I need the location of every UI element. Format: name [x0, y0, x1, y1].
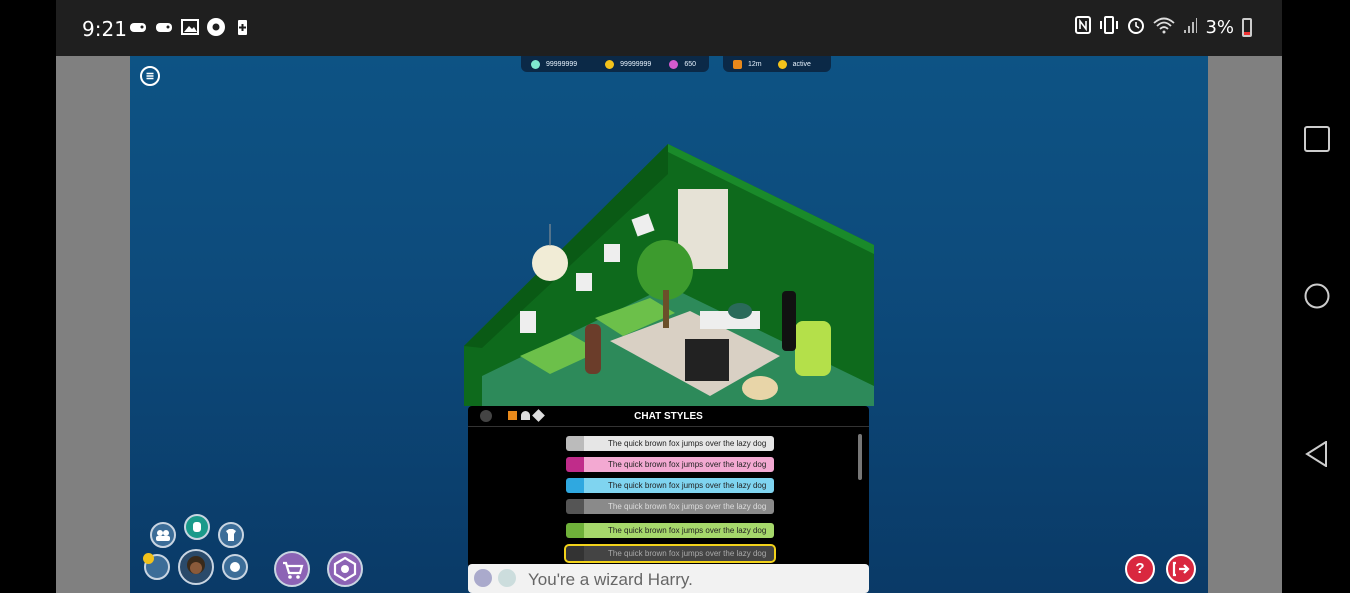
navigator-button[interactable]	[143, 553, 170, 580]
builder-button[interactable]	[327, 551, 363, 587]
chat-style-option[interactable]: The quick brown fox jumps over the lazy …	[566, 478, 774, 493]
hand-button[interactable]	[184, 514, 210, 540]
avatar	[585, 324, 601, 374]
vase	[782, 291, 796, 351]
game-controller-icon	[128, 17, 148, 37]
picture-frame	[520, 311, 536, 333]
nfc-icon	[1075, 16, 1092, 39]
shop-button[interactable]	[274, 551, 310, 587]
chat-style-option[interactable]: The quick brown fox jumps over the lazy …	[564, 544, 776, 563]
notification-icons	[128, 17, 252, 37]
chat-style-option[interactable]: The quick brown fox jumps over the lazy …	[566, 499, 774, 514]
help-button[interactable]: ?	[1125, 554, 1155, 584]
chat-styles-scrollbar[interactable]	[858, 434, 862, 480]
signal-icon	[1183, 16, 1198, 39]
wifi-icon	[1153, 16, 1176, 39]
recents-button[interactable]	[1304, 126, 1330, 152]
android-nav-bar	[1282, 0, 1350, 593]
vibrate-icon	[1099, 16, 1119, 39]
battery-icon	[1242, 18, 1252, 37]
chat-style-option[interactable]: The quick brown fox jumps over the lazy …	[566, 436, 774, 451]
chat-style-icon[interactable]	[498, 569, 516, 587]
android-status-bar: 9:21 3%	[56, 0, 1282, 56]
alarm-icon	[1127, 16, 1145, 39]
chat-input-text[interactable]: You're a wizard Harry.	[528, 570, 693, 590]
clothes-button[interactable]	[218, 522, 244, 548]
notification-badge	[143, 553, 154, 564]
exit-room-button[interactable]	[1166, 554, 1196, 584]
picture-frame	[576, 273, 592, 291]
chat-input-bar[interactable]: You're a wizard Harry.	[468, 564, 869, 593]
game-area: 99999999 99999999 650 12m active CHAT ST…	[56, 56, 1282, 593]
image-icon	[180, 17, 200, 37]
pet-sheep	[742, 376, 778, 400]
teapot	[728, 303, 752, 319]
system-icons: 3%	[1075, 16, 1252, 39]
clock: 9:21	[82, 17, 127, 41]
duck-button[interactable]	[222, 554, 248, 580]
battery-saver-icon	[232, 17, 252, 37]
back-button[interactable]	[1304, 440, 1330, 468]
avatar[interactable]	[178, 549, 214, 585]
room-viewport[interactable]: 99999999 99999999 650 12m active CHAT ST…	[130, 56, 1208, 593]
chat-styles-header: CHAT STYLES	[468, 406, 869, 427]
tv-set	[685, 339, 729, 381]
pendant-lamp	[532, 245, 568, 281]
chat-style-option[interactable]: The quick brown fox jumps over the lazy …	[566, 523, 774, 538]
friends-button[interactable]	[150, 522, 176, 548]
chrome-icon	[206, 17, 226, 37]
chat-styles-title: CHAT STYLES	[634, 411, 703, 422]
left-black-bar	[0, 0, 56, 593]
game-controller-icon	[154, 17, 174, 37]
palm-trunk	[663, 290, 669, 328]
chat-settings-icon[interactable]	[474, 569, 492, 587]
green-fridge	[795, 321, 831, 376]
home-button[interactable]	[1304, 283, 1330, 309]
chat-style-option[interactable]: The quick brown fox jumps over the lazy …	[566, 457, 774, 472]
picture-frame	[604, 244, 620, 262]
battery-percent: 3%	[1205, 17, 1234, 38]
chat-styles-panel: CHAT STYLES The quick brown fox jumps ov…	[468, 406, 869, 568]
